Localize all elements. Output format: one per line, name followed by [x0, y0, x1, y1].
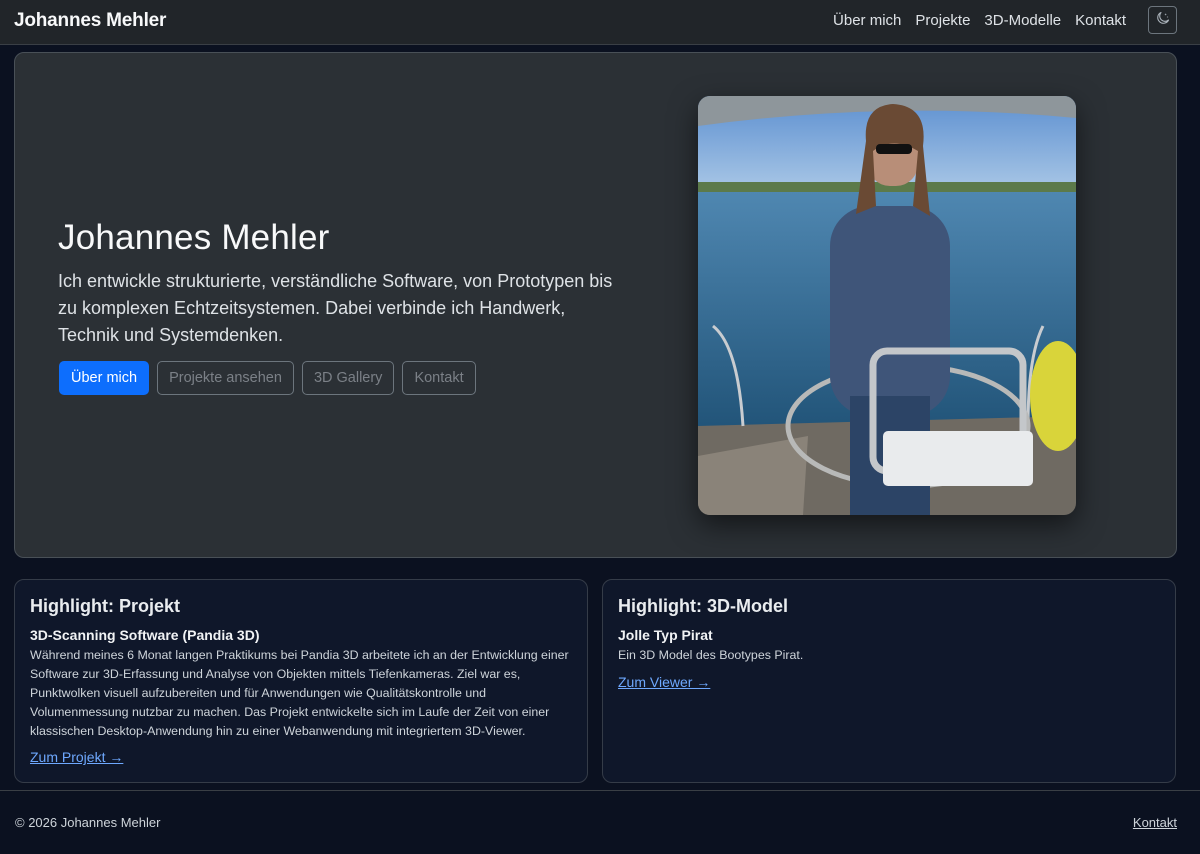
highlight-project-card: Highlight: Projekt 3D-Scanning Software … [14, 579, 588, 783]
hero-button-group: Über mich Projekte ansehen 3D Gallery Ko… [59, 361, 476, 395]
view-viewer-link[interactable]: Zum Viewer → [618, 674, 710, 690]
nav-links: Über mich Projekte 3D-Modelle Kontakt [833, 12, 1126, 29]
hero-section: Johannes Mehler Ich entwickle strukturie… [14, 52, 1177, 558]
hero-lead-text: Ich entwickle strukturierte, verständlic… [58, 271, 613, 345]
theme-toggle-button[interactable] [1148, 6, 1177, 34]
view-project-link[interactable]: Zum Projekt → [30, 749, 123, 765]
footer: © 2026 Johannes Mehler Kontakt [0, 790, 1200, 854]
card-subtitle: 3D-Scanning Software (Pandia 3D) [30, 627, 260, 643]
view-projects-button[interactable]: Projekte ansehen [157, 361, 294, 395]
portrait-photo [698, 96, 1076, 515]
highlight-model-card: Highlight: 3D-Model Jolle Typ Pirat Ein … [602, 579, 1176, 783]
3d-gallery-button[interactable]: 3D Gallery [301, 361, 395, 395]
card-subtitle: Jolle Typ Pirat [618, 627, 713, 643]
copyright-text: © 2026 Johannes Mehler [15, 815, 161, 830]
nav-link-3d-models[interactable]: 3D-Modelle [984, 12, 1061, 29]
card-text: Während meines 6 Monat langen Praktikums… [30, 648, 569, 738]
card-heading: Highlight: Projekt [30, 596, 180, 616]
hero-title: Johannes Mehler [58, 218, 330, 257]
nav-link-contact[interactable]: Kontakt [1075, 12, 1126, 29]
moon-stars-icon [1156, 11, 1170, 30]
about-me-button[interactable]: Über mich [59, 361, 150, 395]
card-text: Ein 3D Model des Bootypes Pirat. [618, 648, 804, 662]
nav-link-projects[interactable]: Projekte [915, 12, 970, 29]
navbar: Johannes Mehler Über mich Projekte 3D-Mo… [0, 0, 1200, 45]
nav-link-about[interactable]: Über mich [833, 12, 901, 29]
footer-contact-link[interactable]: Kontakt [1133, 815, 1177, 830]
card-heading: Highlight: 3D-Model [618, 596, 788, 616]
brand-link[interactable]: Johannes Mehler [14, 10, 166, 32]
contact-button[interactable]: Kontakt [402, 361, 476, 395]
